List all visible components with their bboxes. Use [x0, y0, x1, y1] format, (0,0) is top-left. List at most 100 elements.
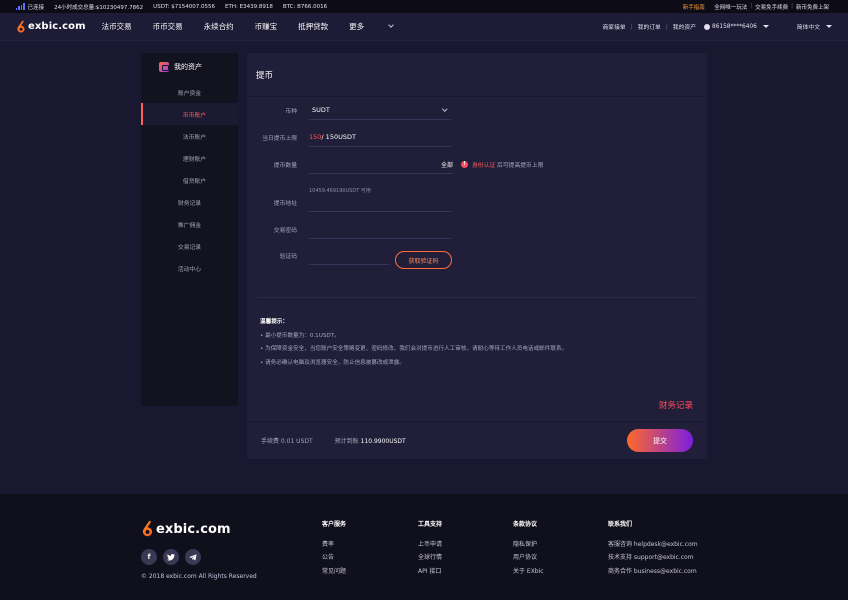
footer-link-api[interactable]: API 接口	[418, 566, 442, 580]
ticker-link-guide[interactable]: 新手指南	[680, 3, 708, 11]
ticker-eth: ETH: E3439.8918	[225, 3, 273, 10]
footer-col-contact: 联系我们 客服咨询 helpdesk@exbic.com 技术支持 suppor…	[608, 519, 698, 579]
sidebar-item-coin-account[interactable]: 币币账户	[141, 103, 238, 125]
coin-label: 币种	[285, 109, 297, 115]
nav-orders[interactable]: 我的订单	[638, 22, 661, 31]
sidebar-item-finance-records[interactable]: 财务记录	[141, 191, 238, 213]
footer-col-terms: 条款协议 隐私保护 用户协议 关于 EXbic	[513, 519, 544, 579]
coin-select[interactable]: SUDT	[309, 102, 451, 120]
address-input[interactable]	[309, 194, 451, 212]
telegram-icon[interactable]	[185, 549, 201, 565]
site-logo[interactable]: exbic.com	[16, 20, 86, 34]
footer-col-title: 条款协议	[513, 521, 538, 528]
separator: |	[665, 23, 668, 30]
sidebar-item-commission[interactable]: 推广佣金	[141, 213, 238, 235]
signal-icon	[16, 3, 25, 10]
nav-merchant[interactable]: 商家接单	[602, 22, 625, 31]
nav-more[interactable]: 更多	[349, 21, 414, 32]
all-button[interactable]: 全部	[441, 160, 453, 169]
footer-link-listing[interactable]: 上币申请	[418, 539, 442, 553]
footer-col-title: 工具支持	[418, 521, 443, 528]
footer-link-about[interactable]: 关于 EXbic	[513, 566, 544, 580]
sidebar-item-loan-account[interactable]: 借贷账户	[141, 169, 238, 191]
nav-assets[interactable]: 我的资产	[673, 22, 696, 31]
address-row: 提币地址	[247, 198, 707, 212]
expected-amount: 预计到账 110.9900USDT	[335, 436, 406, 445]
nav-earn[interactable]: 币赚宝	[255, 21, 278, 32]
nav-more-label: 更多	[349, 22, 365, 31]
verify-tip: ! 身份认证 后可提高提币上限	[461, 160, 543, 169]
footer-link-agreement[interactable]: 用户协议	[513, 552, 544, 566]
amount-label: 提币数量	[273, 163, 297, 169]
footer-contact-business[interactable]: 商务合作 business@exbic.com	[608, 566, 698, 580]
get-code-button[interactable]: 获取验证码	[395, 251, 452, 269]
ticker-link-nofee[interactable]: 交易免手续费	[752, 3, 791, 11]
footer-col-title: 客户服务	[322, 521, 347, 528]
nav-perpetual[interactable]: 永续合约	[204, 21, 234, 32]
coin-row: 币种 SUDT	[247, 105, 707, 120]
sidebar-item-fiat-account[interactable]: 法币账户	[141, 125, 238, 147]
password-row: 交易密码	[247, 225, 707, 239]
connection-status: 已连接	[27, 4, 45, 11]
nav-loan[interactable]: 抵押贷款	[298, 21, 328, 32]
facebook-icon[interactable]: f	[141, 549, 157, 565]
caret-down-icon[interactable]	[762, 25, 769, 28]
footer-link-privacy[interactable]: 隐私保护	[513, 539, 544, 553]
sidebar-title: 我的资产	[174, 63, 202, 71]
main-menu: 法币交易 币币交易 永续合约 币赚宝 抵押贷款 更多	[102, 21, 436, 32]
chevron-down-icon	[388, 22, 395, 28]
twitter-bird-icon	[167, 553, 175, 560]
limit-total: / 150USDT	[321, 133, 356, 141]
user-account[interactable]: 86158****6406	[712, 24, 757, 30]
verify-link[interactable]: 身份认证	[472, 160, 495, 169]
code-input[interactable]	[309, 247, 389, 265]
sidebar-item-activity[interactable]: 活动中心	[141, 257, 238, 279]
alert-icon: !	[461, 161, 468, 168]
footer-col-service: 客户服务 费率 公告 常见问题	[322, 519, 346, 579]
footer-link-announcements[interactable]: 公告	[322, 552, 346, 566]
tip-item: • 请务必确认电脑及浏览器安全，防止信息被篡改或泄露。	[260, 359, 405, 366]
sidebar-item-trade-records[interactable]: 交易记录	[141, 235, 238, 257]
password-input[interactable]	[309, 221, 451, 239]
footer-contact-helpdesk[interactable]: 客服咨询 helpdesk@exbic.com	[608, 539, 698, 553]
footer-col-title: 联系我们	[608, 521, 633, 528]
telegram-plane-icon	[189, 553, 197, 561]
top-nav: exbic.com 法币交易 币币交易 永续合约 币赚宝 抵押贷款 更多 商家接…	[0, 13, 848, 41]
sidebar-item-account-funds[interactable]: 账户资金	[141, 81, 238, 103]
finance-records-link[interactable]: 财务记录	[659, 399, 693, 411]
ticker-volume: 24小时成交总量:$10230497.7862	[54, 4, 144, 11]
ticker-link-listing[interactable]: 新币免费上架	[793, 3, 832, 11]
amount-row: 提币数量 全部 ! 身份认证 后可提高提币上限	[247, 160, 707, 174]
coin-select-value: SUDT	[312, 106, 330, 114]
footer-link-markets[interactable]: 全球行情	[418, 552, 442, 566]
nav-coin-trade[interactable]: 币币交易	[153, 21, 183, 32]
divider	[257, 297, 697, 298]
tips: 温馨提示： • 最小提币数量为：0.1USDT。 • 为保障资金安全，当您账户安…	[260, 316, 567, 370]
sidebar-item-finance-account[interactable]: 理财账户	[141, 147, 238, 169]
expected-label: 预计到账	[334, 438, 361, 445]
ticker-link-unique[interactable]: 全网唯一玩法	[711, 3, 750, 11]
footer-contact-support[interactable]: 技术支持 support@exbic.com	[608, 552, 698, 566]
nav-fiat-trade[interactable]: 法币交易	[102, 21, 132, 32]
language-select[interactable]: 简体中文	[797, 22, 820, 31]
verify-text: 后可提高提币上限	[497, 163, 544, 169]
tip-item: • 为保障资金安全，当您账户安全策略变更、密码修改、我们会对提币进行人工审核，请…	[260, 346, 568, 352]
ticker-bar: 已连接 24小时成交总量:$10230497.7862 USDT: $71540…	[0, 0, 848, 13]
amount-input[interactable]: 全部	[309, 156, 453, 174]
limit-used: 150	[309, 133, 322, 141]
footer-col-tools: 工具支持 上币申请 全球行情 API 接口	[418, 519, 442, 579]
caret-down-icon[interactable]	[826, 25, 832, 28]
chevron-down-icon	[441, 105, 447, 111]
separator: |	[630, 23, 633, 30]
footer-logo[interactable]: exbic.com	[141, 520, 231, 538]
tips-title: 温馨提示：	[260, 319, 288, 325]
footer-link-fees[interactable]: 费率	[322, 539, 346, 553]
copyright: © 2018 exbic.com All Rights Reserved	[141, 573, 257, 580]
user-icon	[704, 23, 710, 30]
submit-button[interactable]: 提交	[627, 429, 693, 452]
expected-value: 110.9900USDT	[360, 438, 406, 445]
ticker-btc: BTC: B766.0016	[282, 3, 328, 10]
twitter-icon[interactable]	[163, 549, 179, 565]
ticker-usdt: USDT: $7154007.0556	[153, 3, 216, 10]
footer-link-faq[interactable]: 常见问题	[322, 566, 346, 580]
